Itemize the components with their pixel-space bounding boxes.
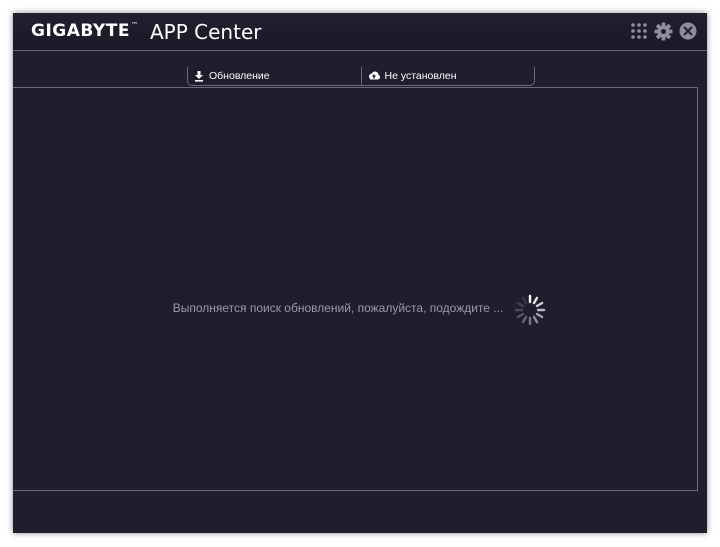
app-window: GIGABYTE™ APP Center Обновление Не устан… xyxy=(13,13,707,533)
download-icon xyxy=(195,70,203,82)
content-area: Выполняется поиск обновлений, пожалуйста… xyxy=(13,87,697,491)
app-title: APP Center xyxy=(150,20,262,44)
tab-label: Не установлен xyxy=(384,70,457,82)
apps-grid-icon[interactable] xyxy=(630,22,648,40)
cloud-icon xyxy=(368,71,380,80)
loading-spinner-icon xyxy=(514,294,546,326)
scrollbar-track[interactable] xyxy=(697,87,698,491)
tab-label: Обновление xyxy=(209,70,270,82)
title-bar: GIGABYTE™ APP Center xyxy=(13,13,707,51)
tab-update[interactable]: Обновление xyxy=(188,67,361,85)
close-icon[interactable] xyxy=(679,22,697,40)
tab-bar: Обновление Не установлен xyxy=(187,67,535,86)
tab-not-installed[interactable]: Не установлен xyxy=(360,67,535,85)
brand-logo: GIGABYTE™ xyxy=(31,21,139,41)
gear-icon[interactable] xyxy=(654,22,673,41)
status-message: Выполняется поиск обновлений, пожалуйста… xyxy=(172,301,504,315)
